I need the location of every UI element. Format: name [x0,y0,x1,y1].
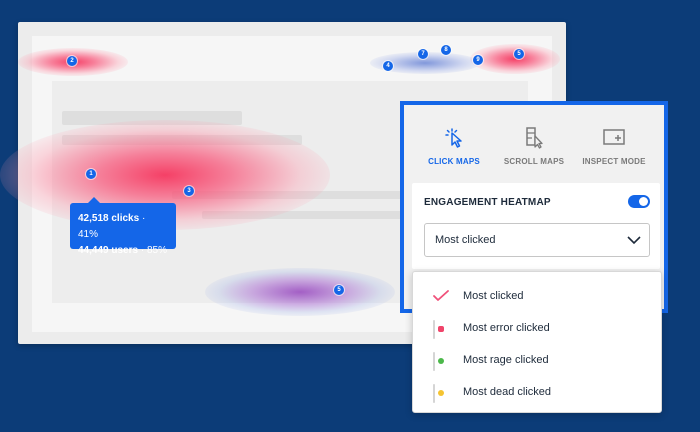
heatmap-type-dropdown: Most clicked Most error clicked Most rag… [412,271,662,413]
option-label: Most clicked [463,290,524,302]
mode-tabs: CLICK MAPS SCROLL MAPS INSPECT MODE [404,125,664,175]
heatmap-type-select[interactable]: Most clicked [424,223,650,257]
dead-window-icon [433,384,447,403]
cursor-click-icon [445,128,462,148]
tab-label: SCROLL MAPS [503,157,565,166]
click-marker[interactable]: 8 [441,45,451,55]
click-marker[interactable]: 1 [86,169,96,179]
clicks-stat: 42,518 clicks · 41% [78,213,146,240]
tab-click-maps[interactable]: CLICK MAPS [414,125,494,175]
users-stat: 44,449 users · 85% [78,245,167,256]
engagement-heatmap-toggle[interactable] [628,195,650,208]
click-marker[interactable]: 5 [514,49,524,59]
click-marker[interactable]: 2 [67,56,77,66]
option-label: Most dead clicked [463,386,552,398]
tab-inspect-mode[interactable]: INSPECT MODE [574,125,654,175]
click-marker[interactable]: 7 [418,49,428,59]
click-marker[interactable]: 5 [334,285,344,295]
tab-label: INSPECT MODE [582,157,646,166]
placeholder-line [62,135,302,145]
engagement-heatmap-card: ENGAGEMENT HEATMAP Most clicked [412,183,660,269]
click-marker[interactable]: 9 [473,55,483,65]
option-label: Most rage clicked [463,354,549,366]
checkmark-icon [433,289,449,303]
engagement-heatmap-title: ENGAGEMENT HEATMAP [424,197,551,208]
placeholder-line [202,211,422,219]
placeholder-line [172,191,432,199]
tab-label: CLICK MAPS [428,157,480,166]
inspect-window-icon [603,129,625,145]
option-label: Most error clicked [463,322,550,334]
option-most-error-clicked[interactable]: Most error clicked [413,312,661,344]
tab-scroll-maps[interactable]: SCROLL MAPS [494,125,574,175]
select-value: Most clicked [435,234,496,246]
click-marker[interactable]: 4 [383,61,393,71]
option-most-clicked[interactable]: Most clicked [413,280,661,312]
option-most-rage-clicked[interactable]: Most rage clicked [413,344,661,376]
click-stats-tooltip: 42,518 clicks · 41% 44,449 users · 85% [70,197,176,256]
rage-window-icon [433,352,447,371]
placeholder-line [62,111,242,125]
click-marker[interactable]: 3 [184,186,194,196]
option-most-dead-clicked[interactable]: Most dead clicked [413,376,661,408]
chevron-down-icon [627,236,641,245]
scroll-page-icon [526,127,543,149]
error-window-icon [433,320,447,339]
